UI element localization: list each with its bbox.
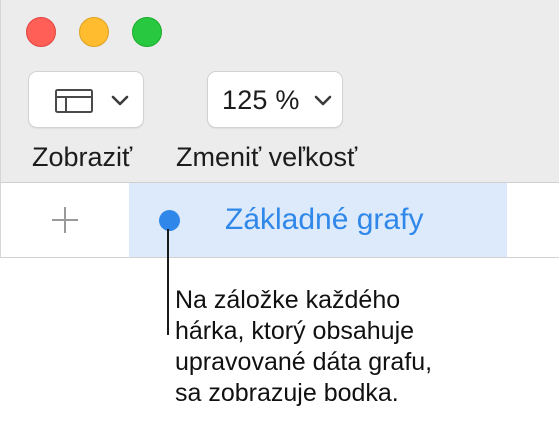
chevron-down-icon [314,95,332,106]
callout-line-1: Na záložke každého [175,286,401,314]
plus-icon [52,207,78,233]
add-sheet-button[interactable] [1,183,129,257]
callout-line-3: upravované dáta grafu, [175,348,433,376]
zoom-button-label: Zmeniť veľkosť [176,142,358,172]
sheet-tab-label: Základné grafy [225,203,424,236]
view-button[interactable] [28,71,144,128]
callout-line-2: hárka, ktorý obsahuje [175,317,415,345]
close-window-button[interactable] [26,17,56,47]
view-button-label: Zobraziť [32,142,133,172]
callout-line-4: sa zobrazuje bodka. [175,379,399,407]
minimize-window-button[interactable] [79,17,109,47]
sidebar-view-icon [55,89,93,113]
zoom-button[interactable]: 125 % [207,71,343,128]
edited-data-dot-indicator [159,210,180,231]
chevron-down-icon [111,95,129,106]
app-window: 125 % Zobraziť Zmeniť veľkosť Základné g… [0,0,559,258]
callout-line [167,229,169,335]
zoom-window-button[interactable] [132,17,162,47]
callout-text: Na záložke každého hárka, ktorý obsahuje… [175,285,555,409]
sheet-tab-basic-charts[interactable]: Základné grafy [129,183,507,257]
title-toolbar: 125 % Zobraziť Zmeniť veľkosť [1,0,559,183]
zoom-value: 125 % [222,85,300,115]
sheet-tab-bar: Základné grafy [1,183,559,258]
